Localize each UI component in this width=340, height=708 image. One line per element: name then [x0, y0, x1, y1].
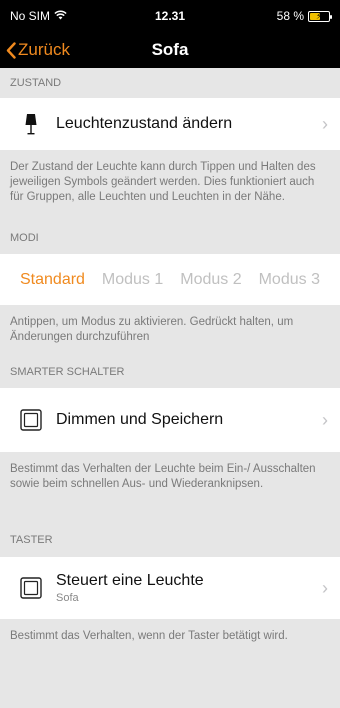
- switch-icon: [20, 577, 42, 599]
- lamp-state-texts: Leuchtenzustand ändern: [56, 115, 322, 133]
- mode-selector: Standard Modus 1 Modus 2 Modus 3: [0, 254, 340, 305]
- status-right: 58 % ⚡: [276, 9, 332, 23]
- battery-charging-icon: ⚡: [308, 10, 332, 22]
- bolt-icon: ⚡: [315, 10, 323, 21]
- chevron-left-icon: [6, 41, 16, 59]
- button-control-row[interactable]: Steuert eine Leuchte Sofa ›: [0, 557, 340, 619]
- section-header-smarter-schalter: SMARTER SCHALTER: [10, 365, 125, 378]
- chevron-right-icon: ›: [322, 113, 328, 134]
- section-header-taster: TASTER: [10, 534, 53, 546]
- section-header-modi: MODI: [10, 231, 39, 244]
- smarter-schalter-description: Bestimmt das Verhalten der Leuchte beim …: [10, 463, 316, 490]
- mode-standard[interactable]: Standard: [20, 271, 85, 289]
- button-control-label: Steuert eine Leuchte: [56, 572, 204, 589]
- navigation-bar: Zurück Sofa: [0, 32, 340, 68]
- status-left: No SIM: [10, 9, 67, 23]
- taster-description: Bestimmt das Verhalten, wenn der Taster …: [10, 630, 288, 642]
- mode-3[interactable]: Modus 3: [259, 271, 320, 289]
- dimming-label: Dimmen und Speichern: [56, 411, 224, 428]
- lamp-icon: [20, 113, 42, 135]
- lamp-state-row[interactable]: Leuchtenzustand ändern ›: [0, 98, 340, 150]
- wifi-icon: [54, 9, 67, 23]
- switch-icon: [20, 409, 42, 431]
- button-control-texts: Steuert eine Leuchte Sofa: [56, 572, 322, 604]
- chevron-right-icon: ›: [322, 409, 328, 430]
- back-button[interactable]: Zurück: [0, 40, 70, 60]
- battery-percent: 58 %: [276, 9, 304, 23]
- carrier-text: No SIM: [10, 9, 51, 23]
- mode-1[interactable]: Modus 1: [102, 271, 163, 289]
- zustand-description: Der Zustand der Leuchte kann durch Tippe…: [10, 161, 316, 203]
- button-control-sublabel: Sofa: [56, 592, 79, 604]
- mode-2[interactable]: Modus 2: [180, 271, 241, 289]
- lamp-state-label: Leuchtenzustand ändern: [56, 115, 233, 132]
- section-header-zustand: ZUSTAND: [10, 77, 62, 89]
- modi-description: Antippen, um Modus zu aktivieren. Gedrüc…: [10, 316, 294, 343]
- status-bar: No SIM 12.31 58 % ⚡: [0, 0, 340, 32]
- dimming-row[interactable]: Dimmen und Speichern ›: [0, 388, 340, 452]
- back-label: Zurück: [18, 40, 70, 59]
- chevron-right-icon: ›: [322, 577, 328, 598]
- dimming-texts: Dimmen und Speichern: [56, 411, 322, 429]
